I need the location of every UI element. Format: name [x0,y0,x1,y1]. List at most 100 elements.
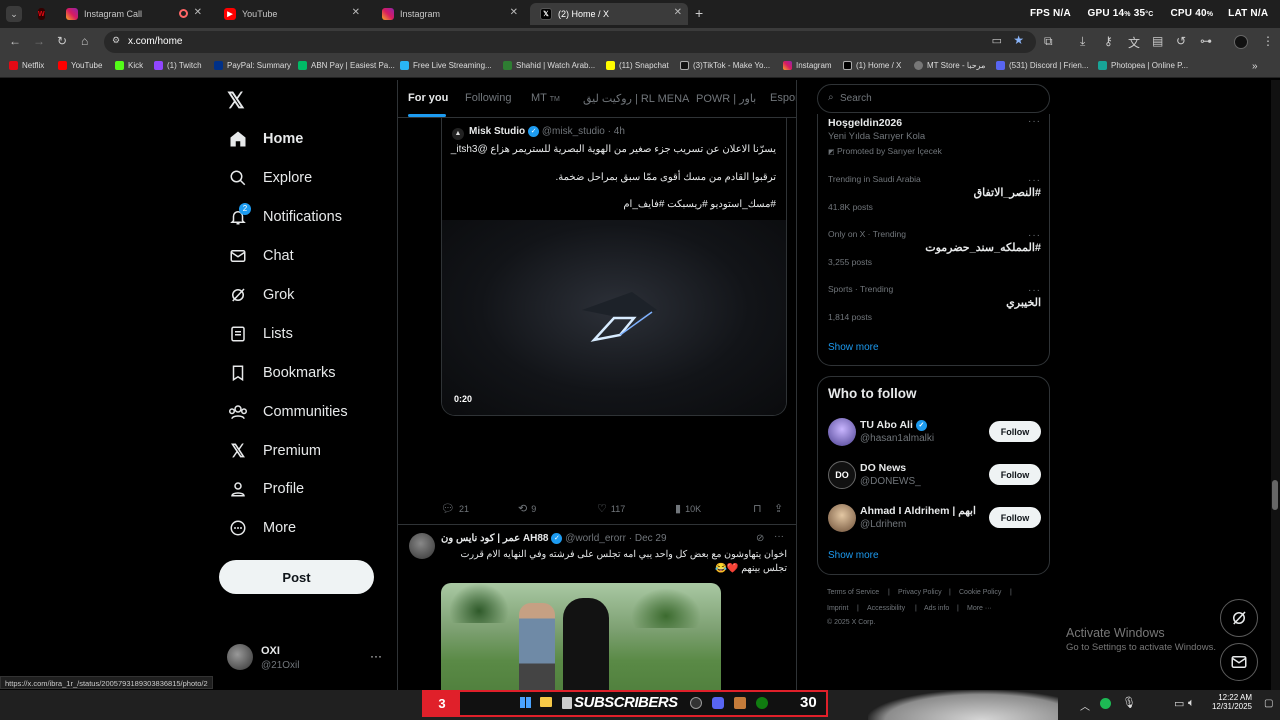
grok-float-button[interactable] [1220,599,1258,637]
footer-ads-info[interactable]: Ads info [924,605,949,612]
bookmark-tiktok[interactable]: (3)TikTok - Make Yo... [680,61,770,70]
mic-icon[interactable]: 🎙︎ [1122,696,1136,709]
tab-mt[interactable]: MT TM [531,92,560,104]
spotify-icon[interactable] [1100,698,1111,709]
post-2[interactable]: عمر | كود نايس ون AH88 ✓ @world_erorr · D… [398,525,796,690]
post-2-image[interactable]: ▶ [441,583,721,690]
search-box[interactable]: ⌕ Search [817,84,1050,113]
taskbar-app-icon[interactable] [562,697,572,709]
download-icon[interactable]: ⤓ [1080,34,1085,49]
reply-button[interactable]: 💬︎ 21 [441,502,469,515]
follow-button[interactable]: Follow [989,421,1041,442]
reload-icon[interactable]: ↻ [57,34,67,48]
bookmark-post-button[interactable]: ⊓ [753,502,766,515]
bookmark-snapchat[interactable]: (11) Snapchat [606,61,669,70]
bookmark-photopea[interactable]: Photopea | Online P... [1098,61,1188,70]
extensions-icon[interactable]: ⧉ [1044,34,1053,49]
bookmark-discord[interactable]: (531) Discord | Frien... [996,61,1088,70]
messages-float-button[interactable] [1220,643,1258,681]
bookmark-twitch[interactable]: (1) Twitch [154,61,202,70]
nav-lists[interactable]: Lists [227,321,293,347]
site-info-icon[interactable]: ⚙ [112,35,120,46]
tab-nf[interactable]: W [28,3,52,25]
trend-item[interactable]: Only on X · Trending ··· #المملكه_سند_حض… [818,225,1051,275]
bookmark-instagram[interactable]: Instagram [783,61,832,70]
home-icon[interactable]: ⌂ [81,34,88,48]
tab-for-you[interactable]: For you [408,92,448,104]
translate-icon[interactable]: 文 [1128,34,1140,51]
account-switcher[interactable]: OXI @21Oxil ··· [225,641,385,677]
bookmark-paypal[interactable]: PayPal: Summary [214,61,291,70]
tab-instagram[interactable]: Instagram ✕ [372,3,524,25]
x-logo-icon[interactable]: 𝕏 [227,88,245,114]
link-icon[interactable]: ⊶ [1200,34,1212,48]
follow-suggestion[interactable]: Ahmad I Aldrihem | ابهم @Ldrihem Follow [818,501,1051,537]
close-tab-icon[interactable]: ✕ [352,7,360,18]
nav-more[interactable]: More [227,515,296,541]
footer-cookie[interactable]: Cookie Policy [959,589,1001,596]
footer-more[interactable]: More ··· [967,605,992,612]
trend-item[interactable]: Trending in Saudi Arabia ··· #النصر_الات… [818,170,1051,220]
notification-center-icon[interactable]: ▢ [1264,698,1273,709]
more-icon[interactable]: ··· [1028,116,1041,127]
forward-icon[interactable]: → [33,34,45,48]
bookmark-youtube[interactable]: YouTube [58,61,102,70]
nav-profile[interactable]: Profile [227,476,304,502]
follow-button[interactable]: Follow [989,507,1041,528]
bookmark-mt-store[interactable]: MT Store - مرحبا [914,61,985,70]
show-more-link[interactable]: Show more [828,550,879,561]
nav-grok[interactable]: Grok [227,282,294,308]
nav-notifications[interactable]: 2 Notifications [227,203,342,230]
key-icon[interactable]: ⚷ [1104,34,1113,48]
tab-esports[interactable]: Espor [770,92,796,104]
scrollbar-thumb[interactable] [1272,480,1278,510]
network-icon[interactable]: ▭ [1174,697,1184,710]
views-button[interactable]: ▮ 10K [675,502,701,515]
bookmark-kick[interactable]: Kick [115,61,143,70]
back-icon[interactable]: ← [9,34,21,48]
bookmark-abn[interactable]: ABN Pay | Easiest Pa... [298,61,395,70]
close-tab-icon[interactable]: ✕ [194,7,202,18]
nav-explore[interactable]: Explore [227,165,312,191]
bookmark-x[interactable]: (1) Home / X [843,61,901,70]
history-icon[interactable]: ↺ [1176,34,1186,48]
trend-item[interactable]: Sports · Trending ··· الخيبري 1,814 post… [818,280,1051,330]
more-icon[interactable]: ··· [1028,285,1041,296]
close-tab-icon[interactable]: ✕ [674,7,682,18]
xbox-icon[interactable] [756,697,768,709]
close-tab-icon[interactable]: ✕ [510,7,518,18]
tab-rl-mena[interactable]: روكيت ليق | RL MENA [583,92,689,105]
discord-taskbar-icon[interactable] [712,697,724,709]
follow-suggestion[interactable]: DO DO News @DONEWS_ Follow [818,458,1051,494]
app-taskbar-icon[interactable] [734,697,746,709]
bookmarks-overflow-icon[interactable]: » [1252,61,1258,72]
bookmark-star-icon[interactable]: ★ [1013,33,1024,47]
more-icon[interactable]: ··· [1028,175,1041,186]
windows-start-icon[interactable] [520,697,531,708]
nav-bookmarks[interactable]: Bookmarks [227,360,336,386]
tab-x-home[interactable]: 𝕏 (2) Home / X ✕ [530,3,688,25]
nav-home[interactable]: Home [227,126,303,152]
repost-button[interactable]: ⟲ 9 [518,502,536,515]
promoted-trend[interactable]: Hoşgeldin2026 Yeni Yılda Sarıyer Kola ◩ … [818,114,1051,160]
share-button[interactable]: ⇪ [774,502,787,515]
install-app-icon[interactable]: ▭ [992,34,1002,47]
bookmark-netflix[interactable]: Netflix [9,61,44,70]
follow-button[interactable]: Follow [989,464,1041,485]
nav-premium[interactable]: 𝕏 Premium [227,438,321,464]
footer-accessibility[interactable]: Accessibility [867,605,905,612]
nav-chat[interactable]: Chat [227,243,294,269]
new-tab-button[interactable]: + [695,5,703,21]
menu-icon[interactable]: ⋮ [1262,34,1274,48]
show-more-link[interactable]: Show more [828,342,879,353]
like-button[interactable]: ♡ 117 [597,502,625,515]
tab-youtube[interactable]: ▶ YouTube ✕ [214,3,366,25]
clock[interactable]: 12:22 AM 12/31/2025 [1208,693,1252,711]
tab-powr[interactable]: POWR | باور [696,92,756,105]
profile-avatar[interactable] [1234,35,1248,49]
account-more-icon[interactable]: ··· [370,649,382,663]
more-icon[interactable]: ··· [1028,230,1041,241]
volume-icon[interactable]: 🔈︎ [1188,697,1195,710]
tab-following[interactable]: Following [465,92,511,104]
footer-imprint[interactable]: Imprint [827,605,848,612]
